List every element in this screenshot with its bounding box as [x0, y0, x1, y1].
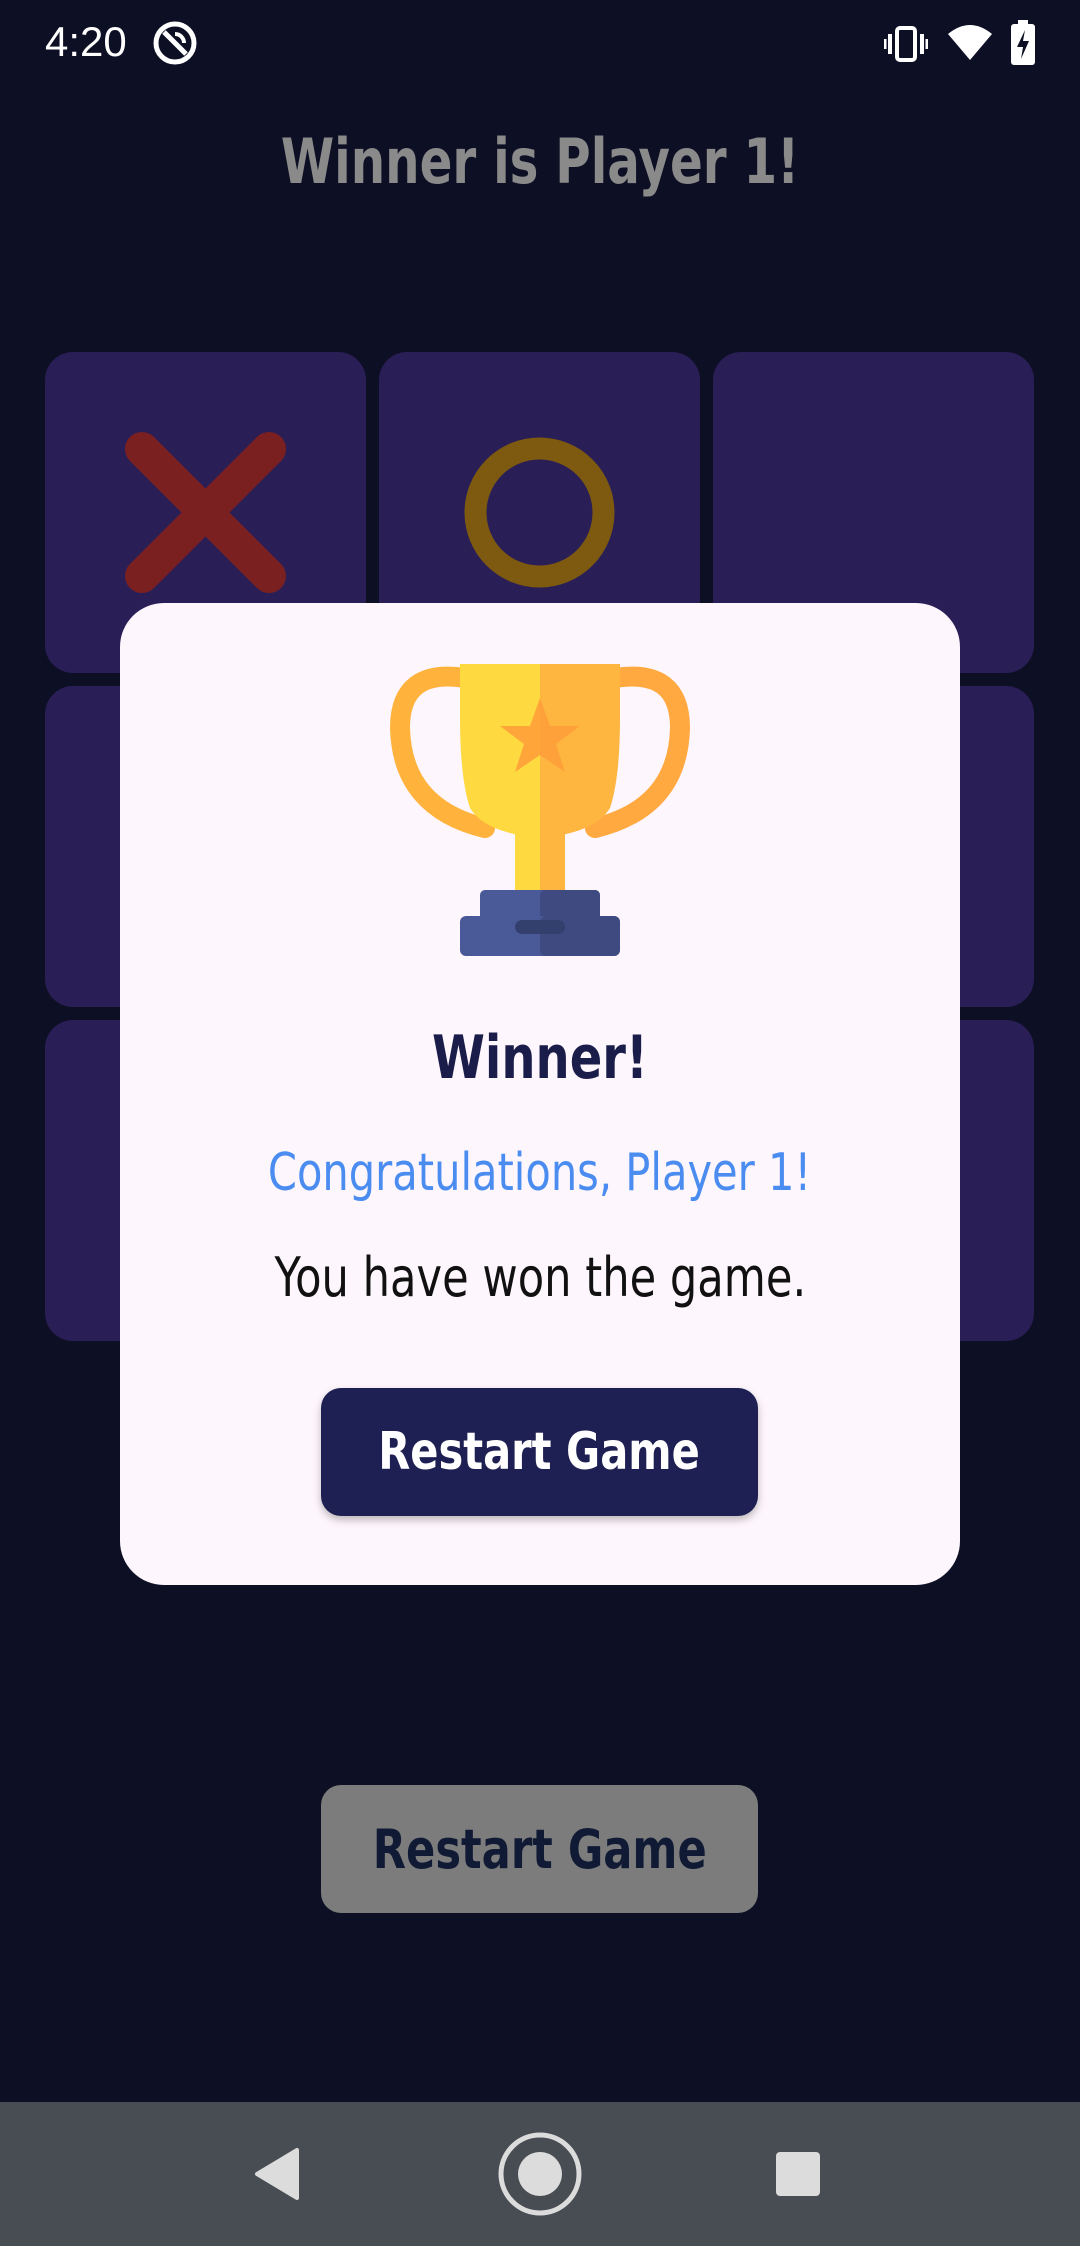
recents-button[interactable]	[728, 2102, 868, 2246]
status-time: 4:20	[45, 18, 127, 65]
restart-game-label: Restart Game	[372, 1817, 707, 1881]
winner-dialog: Winner! Congratulations, Player 1! You h…	[120, 603, 960, 1585]
home-button[interactable]	[470, 2102, 610, 2246]
trophy-icon	[389, 658, 691, 973]
status-bar: 4:20	[0, 0, 1080, 88]
dialog-message: You have won the game.	[120, 1246, 960, 1309]
dialog-title-text: Winner!	[432, 1023, 648, 1093]
dialog-message-text: You have won the game.	[274, 1246, 806, 1309]
back-icon	[255, 2148, 299, 2200]
dialog-title: Winner!	[120, 1023, 960, 1093]
vibrate-icon	[883, 24, 929, 69]
back-button[interactable]	[206, 2102, 346, 2246]
dialog-subtitle: Congratulations, Player 1!	[120, 1143, 960, 1203]
recents-icon	[776, 2152, 820, 2196]
dialog-restart-label: Restart Game	[378, 1422, 701, 1482]
dialog-restart-button[interactable]: Restart Game	[321, 1388, 758, 1516]
navigation-bar	[0, 2102, 1080, 2246]
game-status-title: Winner is Player 1!	[280, 125, 800, 198]
restart-game-button[interactable]: Restart Game	[321, 1785, 758, 1913]
dialog-subtitle-text: Congratulations, Player 1!	[268, 1143, 812, 1203]
battery-charging-icon	[1010, 20, 1036, 71]
do-not-disturb-icon	[152, 20, 198, 71]
wifi-icon	[946, 22, 994, 67]
home-icon	[498, 2132, 582, 2216]
